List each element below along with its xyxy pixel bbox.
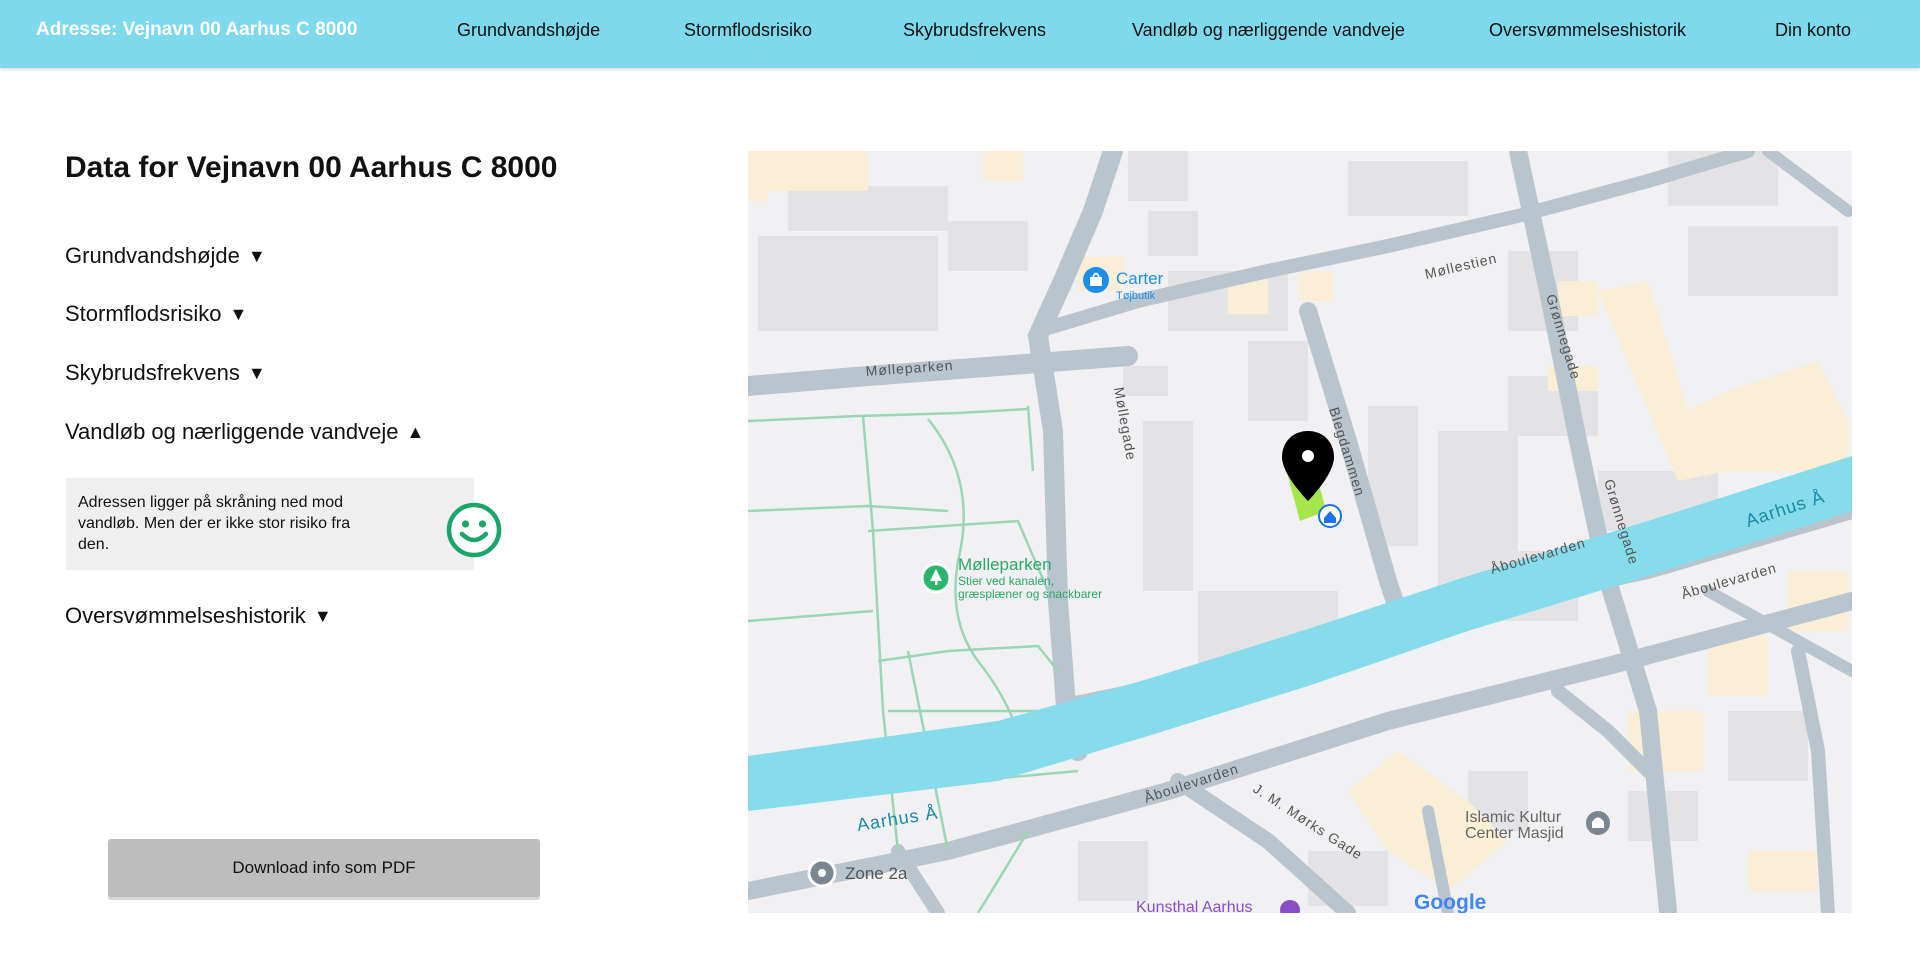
map-view[interactable]: Carter Tøjbutik Mølleparken Stier ved ka… <box>748 151 1852 913</box>
section-label: Stormflodsrisiko <box>65 301 222 326</box>
section-stormflodsrisiko[interactable]: Stormflodsrisiko ▼ <box>65 301 247 327</box>
section-vandlob[interactable]: Vandløb og nærliggende vandveje ▲ <box>65 419 424 445</box>
home-icon <box>1318 504 1342 528</box>
google-logo: Google <box>1414 891 1486 913</box>
address-title: Adresse: Vejnavn 00 Aarhus C 8000 <box>36 19 358 40</box>
top-navigation-bar: Adresse: Vejnavn 00 Aarhus C 8000 Grundv… <box>0 0 1920 68</box>
page-title: Data for Vejnavn 00 Aarhus C 8000 <box>65 151 558 184</box>
chevron-down-icon: ▼ <box>247 362 266 383</box>
poi-park-name[interactable]: Mølleparken <box>958 555 1052 574</box>
poi-park-sub-2: græsplæner og snackbarer <box>958 587 1102 601</box>
nav-din-konto[interactable]: Din konto <box>1775 20 1851 41</box>
section-grundvandshojde[interactable]: Grundvandshøjde ▼ <box>65 243 266 269</box>
shop-icon <box>1083 267 1109 293</box>
poi-park-sub-1: Stier ved kanalen, <box>958 574 1054 588</box>
poi-carter-name[interactable]: Carter <box>1116 269 1164 288</box>
nav-stormflodsrisiko[interactable]: Stormflodsrisiko <box>684 20 812 41</box>
download-pdf-button[interactable]: Download info som PDF <box>108 839 540 897</box>
chevron-up-icon: ▲ <box>406 421 425 442</box>
section-label: Oversvømmelseshistorik <box>65 603 306 628</box>
poi-islamic-center-2: Center Masjid <box>1465 825 1564 842</box>
section-label: Skybrudsfrekvens <box>65 360 240 385</box>
section-label: Grundvandshøjde <box>65 243 240 268</box>
poi-islamic-center-1[interactable]: Islamic Kultur <box>1465 809 1562 826</box>
chevron-down-icon: ▼ <box>313 605 332 626</box>
nav-oversvommelseshistorik[interactable]: Oversvømmelseshistorik <box>1489 20 1686 41</box>
section-label: Vandløb og nærliggende vandveje <box>65 419 399 444</box>
section-oversvommelseshistorik[interactable]: Oversvømmelseshistorik ▼ <box>65 603 332 629</box>
vandlob-info-panel: Adressen ligger på skråning ned mod vand… <box>66 478 502 570</box>
nav-skybrudsfrekvens[interactable]: Skybrudsfrekvens <box>903 20 1046 41</box>
poi-carter-sub: Tøjbutik <box>1116 290 1156 302</box>
vandlob-info-text: Adressen ligger på skråning ned mod vand… <box>78 494 351 553</box>
chevron-down-icon: ▼ <box>229 303 248 324</box>
chevron-down-icon: ▼ <box>247 245 266 266</box>
nav-grundvandshojde[interactable]: Grundvandshøjde <box>457 20 600 41</box>
nav-vandlob[interactable]: Vandløb og nærliggende vandveje <box>1132 20 1405 41</box>
poi-kunsthal[interactable]: Kunsthal Aarhus <box>1136 899 1253 913</box>
poi-zone: Zone 2a <box>845 864 908 883</box>
mosque-icon <box>1586 811 1610 835</box>
smiley-icon <box>446 502 502 558</box>
park-icon <box>920 562 952 594</box>
zone-pin-icon <box>807 858 837 888</box>
section-skybrudsfrekvens[interactable]: Skybrudsfrekvens ▼ <box>65 360 266 386</box>
